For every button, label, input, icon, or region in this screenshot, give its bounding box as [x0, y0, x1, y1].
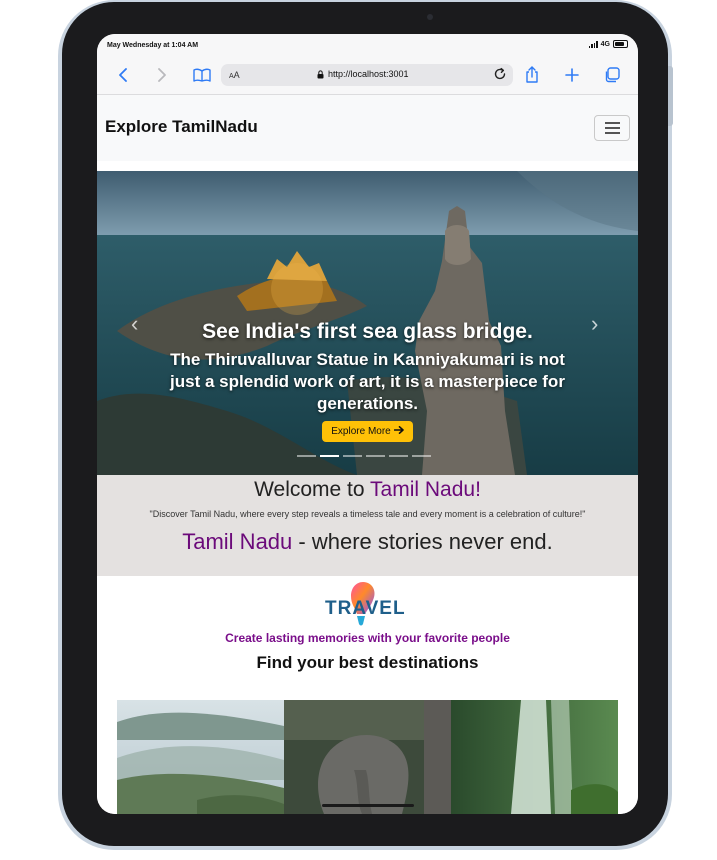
gallery-tile-waterfall[interactable] [451, 700, 618, 814]
status-time: May Wednesday at 1:04 AM [107, 42, 199, 49]
status-bar: May Wednesday at 1:04 AM 4G [97, 34, 638, 56]
destinations-heading: Find your best destinations [256, 653, 479, 672]
hamburger-line [604, 122, 620, 124]
arrow-right-icon [393, 426, 404, 437]
bookmarks-icon[interactable] [192, 65, 212, 85]
carousel-indicator[interactable] [412, 455, 431, 457]
carousel-prev-icon[interactable]: ‹ [131, 311, 138, 337]
carousel-indicator[interactable] [320, 455, 339, 457]
hero-carousel: ‹ › See India's first sea glass bridge. … [97, 171, 638, 475]
side-button [668, 66, 673, 126]
url-display[interactable]: http://localhost:3001 [317, 69, 409, 79]
back-icon[interactable] [113, 65, 133, 85]
tagline-highlight: Tamil Nadu [182, 529, 293, 554]
status-indicators: 4G [588, 40, 628, 48]
lock-icon [317, 69, 324, 78]
front-camera [427, 14, 433, 20]
network-label: 4G [600, 40, 610, 48]
gallery-tile-hills[interactable] [117, 700, 284, 814]
carousel-indicator[interactable] [343, 455, 362, 457]
explore-more-button[interactable]: Explore More [322, 421, 413, 442]
hamburger-line [604, 127, 620, 129]
carousel-indicator[interactable] [389, 455, 408, 457]
reload-icon[interactable] [493, 67, 507, 86]
carousel-title: See India's first sea glass bridge. [202, 320, 533, 343]
welcome-quote: "Discover Tamil Nadu, where every step r… [149, 509, 586, 519]
browser-toolbar: AA http://localhost:3001 [97, 56, 638, 95]
carousel-indicator[interactable] [366, 455, 385, 457]
welcome-heading: Welcome to Tamil Nadu! [254, 478, 481, 501]
carousel-indicators [297, 455, 431, 457]
address-bar[interactable]: AA http://localhost:3001 [221, 64, 513, 86]
tagline: Tamil Nadu - where stories never end. [182, 529, 553, 554]
url-text: http://localhost:3001 [328, 69, 409, 79]
battery-icon [613, 40, 628, 48]
travel-logo-text: TRAVEL [325, 598, 406, 619]
carousel-indicator[interactable] [297, 455, 316, 457]
carousel-text: The Thiruvalluvar Statue in Kanniyakumar… [170, 350, 565, 413]
welcome-highlight: Tamil Nadu! [370, 478, 481, 501]
site-brand[interactable]: Explore TamilNadu [105, 117, 258, 137]
travel-section: TRAVEL Create lasting memories with your… [97, 576, 638, 814]
site-navbar: Explore TamilNadu [97, 95, 638, 161]
travel-subtitle: Create lasting memories with your favori… [225, 631, 510, 645]
carousel-next-icon[interactable]: › [591, 311, 598, 337]
text-size-button[interactable]: AA [229, 70, 240, 80]
destinations-gallery [117, 700, 618, 814]
tablet-screen: May Wednesday at 1:04 AM 4G AA http://lo… [97, 34, 638, 814]
gallery-tile-elephant[interactable] [284, 700, 451, 814]
forward-icon[interactable] [152, 65, 172, 85]
menu-toggle-button[interactable] [594, 115, 630, 141]
explore-more-label: Explore More [331, 426, 391, 437]
welcome-section: Welcome to Tamil Nadu! "Discover Tamil N… [97, 475, 638, 576]
home-indicator [322, 804, 414, 807]
hamburger-line [604, 132, 620, 134]
tabs-overview-icon[interactable] [602, 65, 622, 85]
share-icon[interactable] [522, 65, 542, 85]
signal-icon [588, 40, 598, 48]
new-tab-icon[interactable] [562, 65, 582, 85]
carousel-caption: See India's first sea glass bridge. The … [157, 319, 578, 442]
